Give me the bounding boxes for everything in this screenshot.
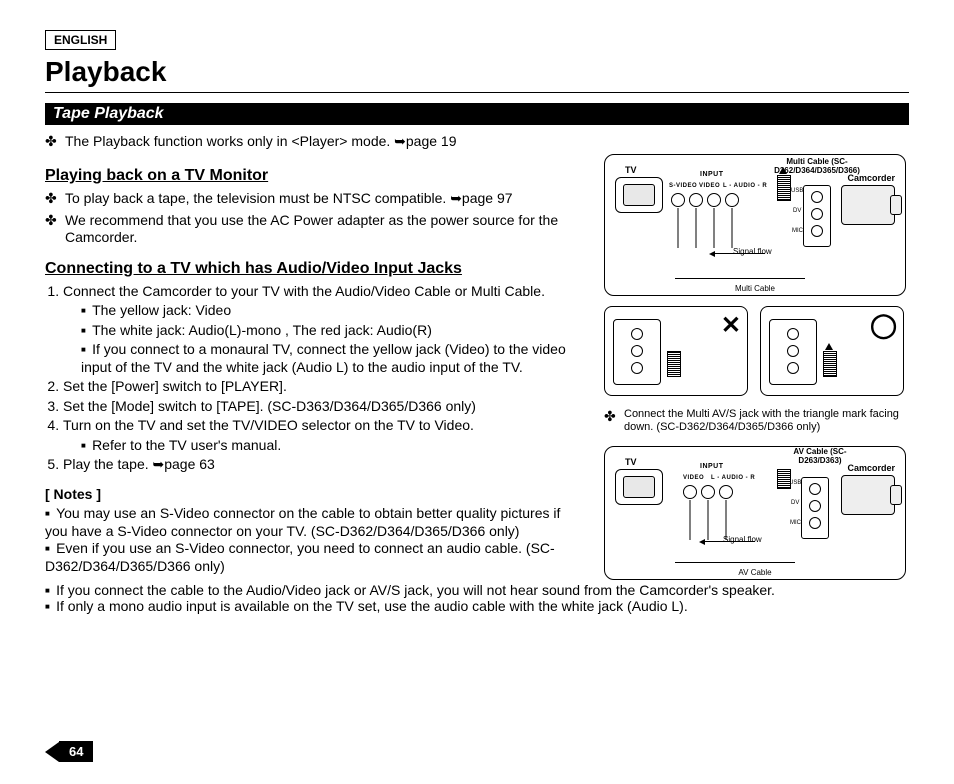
page-number-value: 64 — [59, 741, 93, 762]
signal-flow-label: Signal flow — [733, 247, 772, 256]
tv-label: TV — [625, 165, 637, 175]
input-label: INPUT — [700, 171, 724, 178]
note-item: If only a mono audio input is available … — [45, 598, 909, 614]
tv-label: TV — [625, 457, 637, 467]
jack-audio-l — [707, 193, 721, 207]
plug-correct-icon — [823, 351, 837, 377]
cable-name: AV Cable — [605, 568, 905, 577]
sub-item: If you connect to a monaural TV, connect… — [81, 341, 586, 376]
triangle-mark-icon — [779, 167, 787, 174]
cable-line — [675, 562, 795, 563]
language-tag: ENGLISH — [45, 30, 116, 50]
manual-page: ENGLISH Playback Tape Playback ✤ The Pla… — [0, 0, 954, 784]
port-panel-icon — [769, 319, 817, 385]
video-label: VIDEO — [683, 475, 704, 481]
step-1: Connect the Camcorder to your TV with th… — [63, 283, 586, 377]
dv-label: DV — [793, 208, 801, 214]
step-3: Set the [Mode] switch to [TAPE]. (SC-D36… — [63, 398, 586, 416]
step-5: Play the tape. ➥page 63 — [63, 456, 586, 474]
orientation-wrong: ✕ — [604, 306, 748, 396]
tv-icon — [615, 177, 663, 213]
subheading-connecting: Connecting to a TV which has Audio/Video… — [45, 259, 586, 279]
step-4: Turn on the TV and set the TV/VIDEO sele… — [63, 417, 586, 454]
diagram-multi-cable: TV Multi Cable (SC-D362/D364/D365/D366) … — [604, 154, 906, 296]
step-text: Turn on the TV and set the TV/VIDEO sele… — [63, 417, 474, 433]
step4-sublist: Refer to the TV user's manual. — [63, 437, 586, 455]
triangle-mark-icon — [825, 343, 833, 350]
orientation-note-text: Connect the Multi AV/S jack with the tri… — [624, 408, 904, 434]
multi-plug — [777, 175, 791, 201]
plug-wrong-icon — [667, 351, 681, 377]
sub-item: The white jack: Audio(L)-mono , The red … — [81, 322, 586, 340]
o-icon: ◯ — [870, 311, 897, 340]
bullet-item: ✤ To play back a tape, the television mu… — [45, 190, 586, 208]
camcorder-icon — [841, 185, 895, 225]
jack-video — [683, 485, 697, 499]
bullet-text: We recommend that you use the AC Power a… — [65, 212, 586, 247]
left-column: Playing back on a TV Monitor ✤ To play b… — [45, 154, 586, 580]
bullet-icon: ✤ — [45, 190, 59, 208]
video-label: VIDEO — [699, 183, 720, 189]
sub-item: The yellow jack: Video — [81, 302, 586, 320]
audio-label: L - AUDIO - R — [723, 183, 767, 189]
note-item: If you connect the cable to the Audio/Vi… — [45, 582, 909, 598]
note-item: You may use an S-Video connector on the … — [45, 505, 586, 540]
mic-label: MIC — [792, 228, 803, 234]
jack-svideo — [671, 193, 685, 207]
step-text: Connect the Camcorder to your TV with th… — [63, 283, 545, 299]
port-panel-icon — [613, 319, 661, 385]
page-number: 64 — [45, 741, 93, 762]
bullet-icon: ✤ — [604, 408, 618, 434]
section-heading: Tape Playback — [45, 103, 909, 125]
cable-line — [675, 278, 805, 279]
notes-list: You may use an S-Video connector on the … — [45, 505, 586, 575]
cable-name: Multi Cable — [605, 284, 905, 293]
jack-video — [689, 193, 703, 207]
dv-label: DV — [791, 500, 799, 506]
svideo-label: S-VIDEO — [669, 183, 697, 189]
camcorder-ports — [801, 477, 829, 539]
step-2: Set the [Power] switch to [PLAYER]. — [63, 378, 586, 396]
notes-heading: [ Notes ] — [45, 486, 586, 504]
jack-audio-r — [719, 485, 733, 499]
x-icon: ✕ — [721, 311, 741, 340]
orientation-correct: ◯ — [760, 306, 904, 396]
sub-item: Refer to the TV user's manual. — [81, 437, 586, 455]
notes-list-wide: If you connect the cable to the Audio/Vi… — [45, 582, 909, 614]
bullet-icon: ✤ — [45, 212, 59, 247]
orientation-note: ✤ Connect the Multi AV/S jack with the t… — [604, 408, 904, 434]
right-column: TV Multi Cable (SC-D362/D364/D365/D366) … — [604, 154, 909, 580]
jack-audio-r — [725, 193, 739, 207]
page-arrow-icon — [45, 742, 59, 762]
camcorder-label: Camcorder — [847, 463, 895, 473]
av-plug — [777, 469, 791, 489]
bullet-text: To play back a tape, the television must… — [65, 190, 513, 208]
input-label: INPUT — [700, 463, 724, 470]
intro-text: The Playback function works only in <Pla… — [65, 133, 457, 150]
tv-icon — [615, 469, 663, 505]
diagram-av-cable: TV AV Cable (SC-D263/D363) Camcorder INP… — [604, 446, 906, 580]
bullet-item: ✤ We recommend that you use the AC Power… — [45, 212, 586, 247]
signal-flow-label: Signal flow — [723, 535, 762, 544]
note-item: Even if you use an S-Video connector, yo… — [45, 540, 586, 575]
jack-audio-l — [701, 485, 715, 499]
page-title: Playback — [45, 56, 909, 93]
subheading-tv-monitor: Playing back on a TV Monitor — [45, 166, 586, 186]
camcorder-ports — [803, 185, 831, 247]
steps-list: Connect the Camcorder to your TV with th… — [45, 283, 586, 474]
camcorder-label: Camcorder — [847, 173, 895, 183]
camcorder-icon — [841, 475, 895, 515]
usb-label: USB — [791, 188, 803, 194]
audio-label: L - AUDIO - R — [711, 475, 755, 481]
diagram-orientation: ✕ ◯ — [604, 306, 904, 396]
intro-line: ✤ The Playback function works only in <P… — [45, 133, 909, 150]
step1-sublist: The yellow jack: Video The white jack: A… — [63, 302, 586, 376]
bullet-icon: ✤ — [45, 133, 59, 150]
mic-label: MIC — [790, 520, 801, 526]
